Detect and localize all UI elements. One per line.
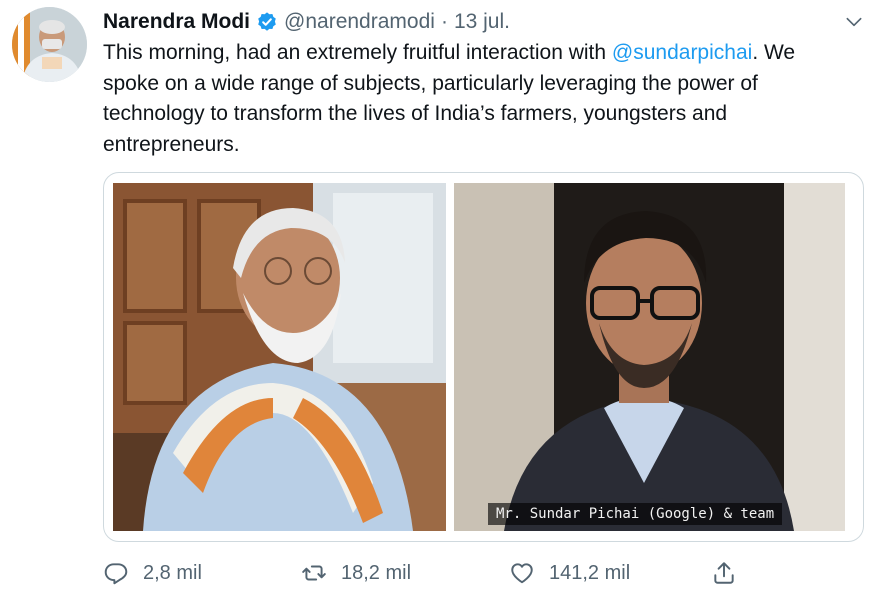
tweet-text: This morning, had an extremely fruitful … <box>103 38 853 160</box>
more-options-button[interactable] <box>842 10 866 34</box>
retweet-button[interactable]: 18,2 mil <box>301 558 411 588</box>
heart-icon <box>511 563 533 584</box>
photo-sundar-pichai <box>454 183 845 531</box>
like-button[interactable]: 141,2 mil <box>509 558 630 588</box>
like-count: 141,2 mil <box>549 561 631 584</box>
media-grid: Mr. Sundar Pichai (Google) & team <box>103 172 864 542</box>
author-name[interactable]: Narendra Modi <box>103 10 250 34</box>
photo-caption: Mr. Sundar Pichai (Google) & team <box>488 503 783 525</box>
tweet-text-part: This morning, had an extremely fruitful … <box>103 41 612 64</box>
reply-button[interactable]: 2,8 mil <box>103 558 202 588</box>
author-handle[interactable]: @narendramodi <box>284 10 435 34</box>
separator-dot: · <box>440 10 448 33</box>
reply-count: 2,8 mil <box>143 561 202 584</box>
avatar[interactable] <box>12 7 87 82</box>
tweet-actions: 2,8 mil 18,2 mil 141,2 mil <box>103 558 743 588</box>
tweet-date[interactable]: 13 jul. <box>454 10 510 34</box>
photo-right[interactable]: Mr. Sundar Pichai (Google) & team <box>454 183 845 531</box>
reply-icon <box>104 563 128 585</box>
photo-left[interactable] <box>113 183 446 531</box>
share-button[interactable] <box>711 558 737 588</box>
chevron-down-icon <box>846 17 862 27</box>
verified-badge-icon <box>256 11 278 33</box>
retweet-count: 18,2 mil <box>341 561 412 584</box>
mention-link[interactable]: @sundarpichai <box>612 41 752 64</box>
tweet-header: Narendra Modi @narendramodi · 13 jul. <box>103 8 510 36</box>
share-icon <box>714 562 734 584</box>
photo-narendra-modi <box>113 183 446 531</box>
retweet-icon <box>302 565 326 581</box>
avatar-photo <box>12 7 87 82</box>
